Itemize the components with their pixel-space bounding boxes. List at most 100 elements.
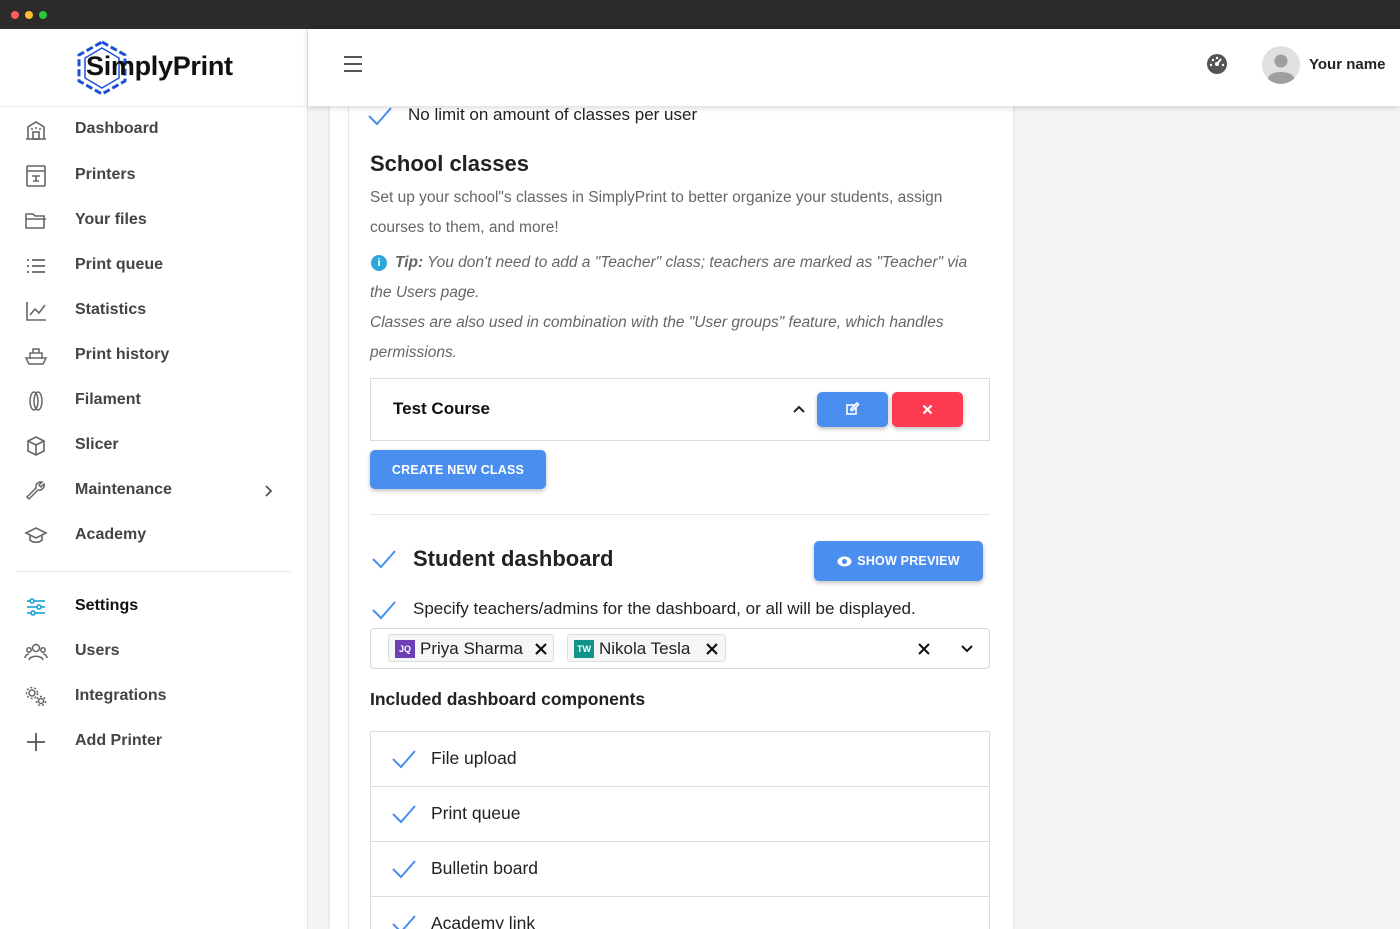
clear-selection-icon[interactable] [917,642,931,656]
user-name[interactable]: Your name [1309,56,1385,73]
sidebar-item-print-history[interactable]: Print history [0,336,307,376]
component-label: Academy link [431,913,536,929]
hamburger-menu-icon[interactable] [344,56,362,72]
user-initials-badge: JQ [395,640,415,658]
check-icon [392,915,416,929]
printer-icon [26,165,46,187]
logo[interactable]: SimplyPrint [0,29,307,107]
tip-text: Tip: You don't need to add a "Teacher" c… [395,254,967,272]
tip-label: Tip: [395,254,424,271]
student-dashboard-title: Student dashboard [413,546,614,571]
chevron-right-icon [265,485,273,497]
sidebar: SimplyPrint Dashboard Printers Your file… [0,29,308,929]
eye-icon [837,556,852,566]
create-new-class-button[interactable]: CREATE NEW CLASS [370,450,546,489]
selected-user-chip: JQ Priya Sharma [388,634,554,662]
limit-text: No limit on amount of classes per user [408,105,698,124]
user-initials-badge: TW [574,640,594,658]
sidebar-item-filament[interactable]: Filament [0,381,307,421]
list-icon [27,259,45,273]
sidebar-item-users[interactable]: Users [0,632,307,672]
check-icon [392,860,416,879]
list-item[interactable]: Bulletin board [371,842,989,897]
sidebar-item-dashboard[interactable]: Dashboard [0,110,307,150]
sidebar-item-settings[interactable]: Settings [0,587,307,627]
selected-user-name: Priya Sharma [420,639,523,658]
avatar[interactable] [1262,46,1300,84]
check-icon [392,805,416,824]
top-bar: Your name [308,29,1400,106]
tip-text-continued: the Users page. [370,284,480,301]
chevron-up-icon[interactable] [791,401,807,417]
sidebar-item-label: Integrations [75,687,167,704]
school-classes-description: Set up your school"s classes in SimplyPr… [370,189,943,206]
sidebar-item-label: Academy [75,526,147,543]
show-preview-button[interactable]: SHOW PREVIEW [814,541,983,581]
close-window-dot[interactable] [11,11,19,19]
sidebar-item-statistics[interactable]: Statistics [0,291,307,331]
course-item: Test Course [370,378,990,441]
sidebar-item-label: Statistics [75,301,147,318]
sidebar-item-maintenance[interactable]: Maintenance [0,471,307,511]
delete-course-button[interactable] [892,392,963,427]
window-titlebar [0,0,1400,29]
sidebar-item-label: Your files [75,211,147,228]
check-icon [372,601,396,620]
sidebar-item-label: Dashboard [75,120,159,137]
list-item[interactable]: Academy link [371,897,989,929]
school-classes-title: School classes [370,151,529,176]
edit-course-button[interactable] [817,392,888,427]
close-icon [922,404,933,415]
maximize-window-dot[interactable] [39,11,47,19]
remove-chip-icon[interactable] [705,642,719,656]
school-classes-description: courses to them, and more! [370,219,559,236]
list-item[interactable]: File upload [371,732,989,787]
list-item[interactable]: Print queue [371,787,989,842]
component-label: Bulletin board [431,858,539,878]
sidebar-item-academy[interactable]: Academy [0,516,307,556]
remove-chip-icon[interactable] [534,642,548,656]
gears-icon [25,686,47,707]
section-divider [370,514,990,515]
cube-icon [27,436,45,456]
filament-icon [29,391,43,411]
chevron-down-icon[interactable] [960,643,974,655]
sidebar-divider [16,571,291,572]
sidebar-item-label: Users [75,642,120,659]
sidebar-item-label: Printers [75,166,136,183]
component-label: Print queue [431,803,521,823]
sidebar-item-integrations[interactable]: Integrations [0,677,307,717]
sidebar-item-label: Slicer [75,436,119,453]
info-icon: i [371,255,387,271]
sidebar-item-label: Settings [75,597,139,614]
user-silhouette-icon [1268,54,1294,84]
check-icon [392,750,416,769]
check-icon [368,107,392,126]
tip-content: You don't need to add a "Teacher" class;… [423,254,968,271]
ship-icon [24,348,48,365]
classes-note: permissions. [370,344,457,361]
sidebar-item-printers[interactable]: Printers [0,156,307,196]
gauge-icon[interactable] [1206,53,1228,75]
folder-icon [25,213,46,229]
dashboard-components-list: File upload Print queue Bulletin board A… [370,731,990,929]
check-icon [372,550,396,569]
sidebar-item-add-printer[interactable]: Add Printer [0,722,307,762]
building-icon [26,121,46,140]
brand-name: SimplyPrint [86,51,233,81]
sidebar-item-slicer[interactable]: Slicer [0,426,307,466]
sidebar-item-label: Print queue [75,256,164,273]
sidebar-item-print-queue[interactable]: Print queue [0,246,307,286]
sidebar-item-your-files[interactable]: Your files [0,201,307,241]
users-icon [24,643,48,661]
sidebar-item-label: Add Printer [75,732,163,749]
component-label: File upload [431,748,517,768]
minimize-window-dot[interactable] [25,11,33,19]
course-name: Test Course [393,399,490,418]
graduation-cap-icon [24,527,48,544]
sidebar-item-label: Print history [75,346,170,363]
teachers-multiselect[interactable]: JQ Priya Sharma TW Nikola Tesla [370,628,990,669]
wrench-icon [25,481,45,501]
plus-icon [27,733,45,751]
specify-teachers-text: Specify teachers/admins for the dashboar… [413,599,916,618]
